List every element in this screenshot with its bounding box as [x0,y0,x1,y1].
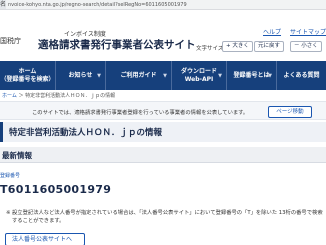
nav-guide-label: ご利用ガイド [120,71,157,79]
breadcrumb-home[interactable]: ホーム [2,93,17,99]
chevron-down-icon: ▼ [163,73,167,79]
breadcrumb-current: 特定非営利活動法人ＨＯＮ．ｊｐの情報 [25,93,116,99]
latest-info-title: 最新情報 [2,151,32,160]
nav-faq[interactable]: よくある質問 [277,61,326,90]
nav-guide[interactable]: ご利用ガイド ▼ [106,61,172,90]
notice-box: このサイトでは、適格請求書発行事業者登録を行っている事業者の情報を公表しています… [0,101,326,120]
nav-home-label: ホーム [18,67,37,75]
font-size-reset-button[interactable]: 元に戻す [254,41,285,52]
nav-news[interactable]: お知らせ ▼ [56,61,106,90]
corp-title-bar: 特定非営利活動法人ＨＯＮ．ｊｐの情報 [0,122,326,142]
help-link[interactable]: ヘルプ [263,27,281,36]
main-nav: ホーム （登録番号を検索） お知らせ ▼ ご利用ガイド ▼ ダウンロード Web… [0,61,326,90]
sitemap-link[interactable]: サイトマップ [290,27,326,36]
font-size-label: 文字サイズ [196,46,224,52]
page-move-button[interactable]: ページ移動 [268,106,312,118]
latest-info-header: 最新情報 [0,147,326,163]
font-size-down-button[interactable]: － 小さく [290,41,322,52]
nav-faq-label: よくある質問 [283,71,320,79]
note-text: 設立登記法人など法人番号が指定されている場合は、「法人番号公表サイト」において登… [12,210,323,224]
nav-news-label: お知らせ [68,71,93,79]
site-title[interactable]: 適格請求書発行事業者公表サイト [38,37,196,52]
corp-number-note: ※ 設立登記法人など法人番号が指定されている場合は、「法人番号公表サイト」におい… [6,209,324,225]
corp-number-site-button[interactable]: 法人番号公表サイトへ [5,233,85,245]
nav-regno-label: 登録番号とは [233,71,270,79]
reg-number-value: T6011605001979 [0,183,112,196]
chevron-down-icon: ▼ [97,73,101,79]
browser-address-bar[interactable]: 名 nvoice-kohyo.nta.go.jp/regno-search/de… [0,0,326,10]
nav-home-sublabel: （登録番号を検索） [0,75,55,83]
note-mark: ※ [6,210,11,216]
reg-number-label: 登録番号 [0,173,21,179]
chevron-down-icon: ▼ [268,73,272,79]
chevron-down-icon: ▼ [218,73,222,79]
url-text[interactable]: nvoice-kohyo.nta.go.jp/regno-search/deta… [8,1,187,9]
breadcrumb: ホーム ＞ 特定非営利活動法人ＨＯＮ．ｊｐの情報 [0,92,326,100]
nav-download-sublabel: Web-API [184,75,214,83]
agency-logo[interactable]: 国税庁 [0,36,21,46]
breadcrumb-separator: ＞ [18,93,24,99]
nav-home[interactable]: ホーム （登録番号を検索） [0,61,56,90]
browser-tab[interactable]: 名 [0,0,6,9]
site-header: 国税庁 インボイス制度 適格請求書発行事業者公表サイト ヘルプ サイトマップ 文… [0,10,326,60]
nav-download[interactable]: ダウンロード Web-API ▼ [172,61,227,90]
nav-regno[interactable]: 登録番号とは ▼ [227,61,277,90]
notice-text: このサイトでは、適格請求書発行事業者登録を行っている事業者の情報を公表しています… [32,110,249,116]
font-size-up-button[interactable]: + 大きく [222,41,253,52]
page-title: 特定非営利活動法人ＨＯＮ．ｊｐの情報 [9,128,163,138]
nav-download-label: ダウンロード [180,67,217,75]
